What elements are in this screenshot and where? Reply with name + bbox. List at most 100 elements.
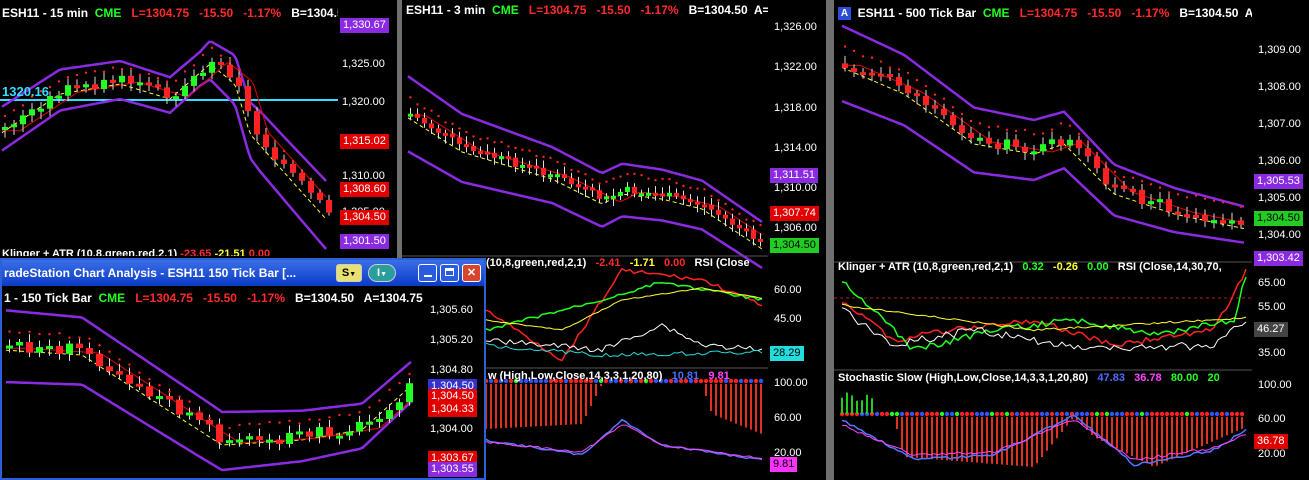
- candle-body: [101, 80, 107, 89]
- candle-body: [166, 396, 173, 400]
- parabolic-sar-dot: [542, 156, 544, 158]
- price-plot-15min[interactable]: [0, 0, 396, 256]
- candle-body: [576, 184, 581, 187]
- histogram-signal-dot: [1085, 412, 1089, 416]
- candle-body: [660, 193, 665, 196]
- candle-body: [464, 144, 469, 147]
- close-button[interactable]: ✕: [462, 264, 481, 282]
- parabolic-sar-dot: [139, 74, 141, 76]
- parabolic-sar-dot: [298, 422, 300, 424]
- histogram-signal-dot: [1215, 412, 1219, 416]
- parabolic-sar-dot: [229, 59, 231, 61]
- pct-change: -1.17%: [641, 3, 679, 17]
- histogram-signal-dot: [935, 412, 939, 416]
- parabolic-sar-dot: [752, 220, 754, 222]
- last-price: L=1304.75: [131, 6, 189, 20]
- candle-body: [471, 146, 476, 151]
- histogram-signal-dot: [895, 412, 899, 416]
- window-titlebar[interactable]: radeStation Chart Analysis - ESH11 150 T…: [2, 260, 484, 286]
- pane-separator[interactable]: [826, 0, 834, 480]
- histogram-signal-dot: [1025, 412, 1029, 416]
- candle-body: [191, 76, 197, 86]
- candle-body: [1229, 220, 1235, 223]
- candle-body: [263, 134, 269, 147]
- histogram-signal-dot: [890, 412, 894, 416]
- parabolic-sar-dot: [378, 399, 380, 401]
- axis-tick: 1,304.00: [430, 423, 473, 435]
- indicator-name: Klinger + ATR (10,8,green,red,2,1): [2, 248, 177, 256]
- candle-body: [450, 133, 455, 137]
- candle-body: [681, 195, 686, 199]
- price-label-lower-band: 1,301.50: [340, 234, 389, 249]
- parabolic-sar-dot: [76, 74, 78, 76]
- candle-body: [164, 87, 170, 97]
- parabolic-sar-dot: [58, 332, 60, 334]
- histogram-signal-dot: [970, 412, 974, 416]
- chart-500tick[interactable]: A ESH11 - 500 Tick Bar CME L=1304.75 -15…: [834, 0, 1309, 480]
- price-plot-500tick[interactable]: [834, 0, 1309, 480]
- net-change: -15.50: [203, 291, 237, 305]
- price-label-lower-band: 1,303.42: [1254, 251, 1303, 266]
- bid-price: B=1304.5: [291, 6, 343, 20]
- chart-a-icon[interactable]: A: [838, 7, 851, 20]
- candle-body: [386, 410, 393, 419]
- candle-body: [336, 436, 343, 439]
- candle-body: [36, 347, 43, 353]
- candle-body: [290, 164, 296, 173]
- histogram-signal-dot: [1035, 412, 1039, 416]
- last-price: L=1304.75: [135, 291, 193, 305]
- parabolic-sar-dot: [1105, 162, 1107, 164]
- histogram-signal-dot: [1165, 412, 1169, 416]
- parabolic-sar-dot: [493, 141, 495, 143]
- rsi-value-label: 46.27: [1254, 322, 1288, 337]
- candle-body: [751, 229, 756, 239]
- histogram-signal-dot: [1110, 412, 1114, 416]
- candle-body: [1211, 220, 1217, 223]
- parabolic-sar-dot: [1123, 176, 1125, 178]
- bid-price: B=1304.50: [295, 291, 354, 305]
- indicator-link-button[interactable]: I▼: [368, 264, 396, 282]
- price-axis-3min[interactable]: 1,326.00 1,322.00 1,318.00 1,314.00 1,31…: [768, 0, 826, 480]
- parabolic-sar-dot: [211, 47, 213, 49]
- histogram-signal-dot: [1000, 412, 1004, 416]
- candle-body: [96, 354, 103, 366]
- histogram-signal-dot: [1020, 412, 1024, 416]
- parabolic-sar-dot: [1168, 191, 1170, 193]
- parabolic-sar-dot: [108, 351, 110, 353]
- candle-body: [737, 225, 742, 228]
- axis-tick: 55.00: [1258, 301, 1286, 313]
- candle-body: [256, 436, 263, 440]
- indicator-value: 80.00: [1171, 372, 1199, 384]
- histogram-signal-dot: [915, 412, 919, 416]
- candle-body: [11, 124, 17, 127]
- histogram-signal-dot: [985, 412, 989, 416]
- chart-15min[interactable]: ESH11 - 15 min CME L=1304.75 -15.50 -1.1…: [0, 0, 396, 256]
- parabolic-sar-dot: [738, 213, 740, 215]
- chart-analysis-window[interactable]: radeStation Chart Analysis - ESH11 150 T…: [0, 258, 486, 480]
- parabolic-sar-dot: [934, 93, 936, 95]
- parabolic-sar-dot: [444, 121, 446, 123]
- parabolic-sar-dot: [416, 103, 418, 105]
- parabolic-sar-dot: [408, 373, 410, 375]
- price-plot-150tick[interactable]: [2, 286, 484, 478]
- price-axis-150tick[interactable]: 1,305.60 1,305.20 1,304.80 1,304.50 1,30…: [426, 286, 484, 478]
- minimize-button[interactable]: [418, 264, 437, 282]
- maximize-button[interactable]: [440, 264, 459, 282]
- parabolic-sar-dot: [731, 208, 733, 210]
- candle-body: [923, 96, 929, 105]
- axis-tick: 1,305.20: [430, 334, 473, 346]
- bid-price: B=1304.50: [689, 3, 748, 17]
- parabolic-sar-dot: [301, 171, 303, 173]
- parabolic-sar-dot: [328, 202, 330, 204]
- symbol-link-button[interactable]: S▼: [336, 264, 362, 282]
- parabolic-sar-dot: [188, 400, 190, 402]
- price-label-lower-band: 1,303.55: [428, 462, 477, 477]
- ema-line: [6, 348, 411, 443]
- price-axis-15min[interactable]: 1,325.00 1,320.00 1,310.00 1,305.00 1,33…: [338, 0, 396, 256]
- price-axis-500tick[interactable]: 1,309.00 1,308.00 1,307.00 1,306.00 1,30…: [1252, 0, 1309, 480]
- candle-body: [842, 63, 848, 68]
- candle-body: [209, 62, 215, 73]
- candle-body: [29, 109, 35, 115]
- candle-body: [16, 342, 23, 345]
- parabolic-sar-dot: [288, 420, 290, 422]
